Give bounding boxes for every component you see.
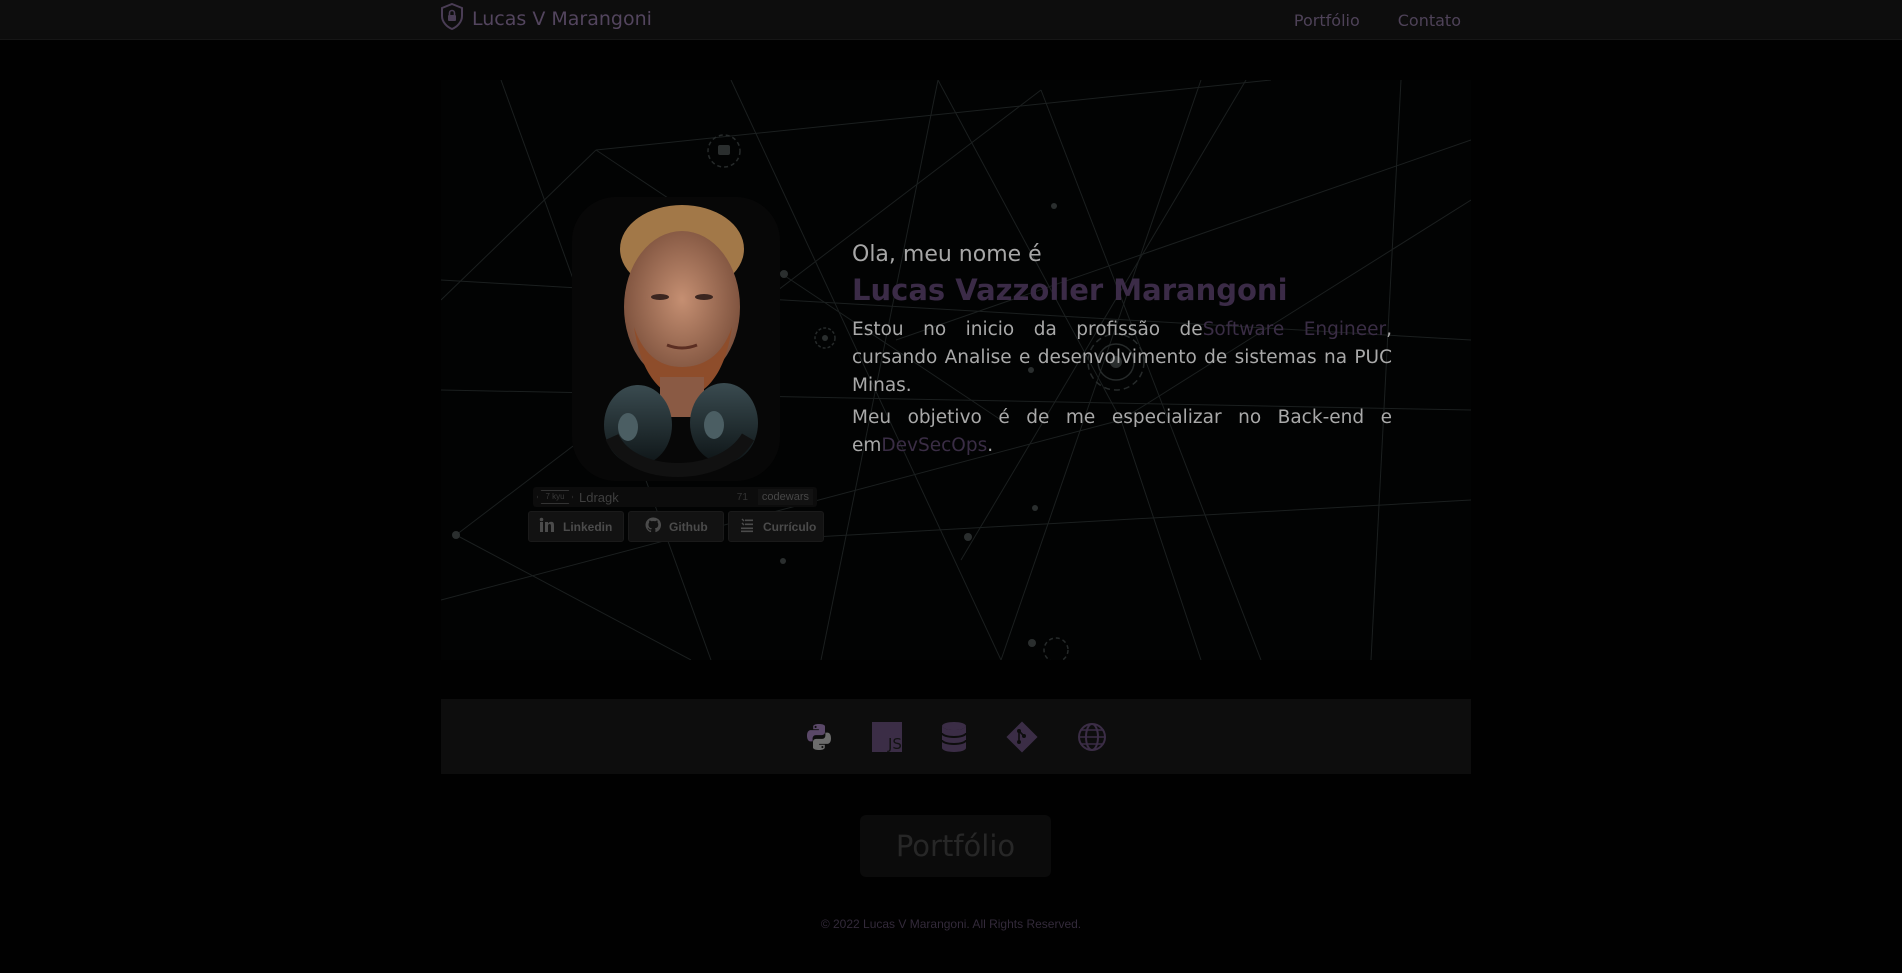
web-globe-icon — [1075, 720, 1109, 754]
footer-copyright: © 2022 Lucas V Marangoni. All Rights Res… — [820, 917, 1082, 931]
goal-highlight: DevSecOps — [881, 435, 988, 456]
main-nav: Portfólio Contato — [1294, 0, 1461, 40]
shield-lock-icon — [440, 2, 464, 35]
python-icon — [803, 721, 835, 753]
javascript-icon: JS — [871, 721, 903, 753]
profile-photo — [572, 197, 780, 481]
hero-section: 7 kyu Ldragk 71 codewars Linkedin Github… — [441, 80, 1471, 660]
nav-link-contato[interactable]: Contato — [1398, 11, 1461, 30]
git-icon — [1005, 720, 1039, 754]
portfolio-button[interactable]: Portfólio — [860, 815, 1051, 877]
linkedin-label: Linkedin — [563, 519, 613, 534]
intro-block: Ola, meu nome é Lucas Vazzoller Marangon… — [852, 240, 1392, 460]
document-list-icon — [739, 517, 755, 536]
skills-bar: JS — [441, 699, 1471, 774]
curriculo-label: Currículo — [763, 519, 817, 534]
brand-name: Lucas V Marangoni — [472, 8, 652, 30]
bio-paragraph-1: Estou no inicio da profissão deSoftware … — [852, 319, 1392, 396]
linkedin-icon — [539, 517, 555, 536]
curriculo-button[interactable]: Currículo — [728, 511, 824, 542]
github-icon — [645, 517, 662, 536]
codewars-badge[interactable]: 7 kyu Ldragk 71 codewars — [533, 487, 817, 507]
github-button[interactable]: Github — [628, 511, 724, 542]
codewars-rank: 7 kyu — [537, 490, 573, 504]
role-highlight: Software Engineer — [1202, 319, 1387, 340]
codewars-site: codewars — [757, 489, 813, 505]
brand-link[interactable]: Lucas V Marangoni — [440, 2, 652, 35]
nav-link-portfolio[interactable]: Portfólio — [1294, 11, 1360, 30]
codewars-username: Ldragk — [579, 489, 619, 505]
svg-text:JS: JS — [887, 735, 902, 753]
codewars-score: 71 — [736, 491, 748, 503]
github-label: Github — [669, 519, 708, 534]
top-navbar: Lucas V Marangoni Portfólio Contato — [0, 0, 1902, 40]
bio-paragraph-2: Meu objetivo é de me especializar no Bac… — [852, 407, 1392, 456]
database-icon — [939, 721, 969, 753]
greeting: Ola, meu nome é — [852, 242, 1042, 267]
linkedin-button[interactable]: Linkedin — [528, 511, 624, 542]
full-name: Lucas Vazzoller Marangoni — [852, 273, 1288, 307]
